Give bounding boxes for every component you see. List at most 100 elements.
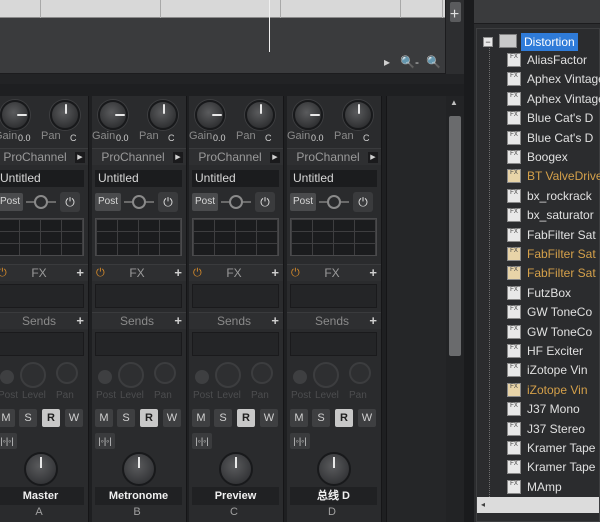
send-level-knob[interactable] <box>20 362 46 388</box>
send-post-toggle[interactable] <box>195 370 209 384</box>
prochannel-expand-icon[interactable]: ▶ <box>173 152 183 163</box>
fx-bin[interactable] <box>95 284 182 308</box>
add-fx-button[interactable]: + <box>76 265 84 280</box>
send-pan-knob[interactable] <box>56 362 78 384</box>
send-post-toggle[interactable] <box>293 370 307 384</box>
output-knob[interactable] <box>24 452 58 486</box>
playhead[interactable] <box>269 0 270 52</box>
output-knob[interactable] <box>219 452 253 486</box>
prochannel-preset-field[interactable]: Untitled <box>95 170 182 187</box>
plugin-list-item[interactable]: FX BT ValveDrive <box>507 167 600 186</box>
mixer-vertical-scrollbar[interactable]: ▲ <box>446 96 464 522</box>
solo-button[interactable]: S <box>117 409 135 427</box>
timeline-ruler[interactable] <box>0 0 445 18</box>
io-routing-icon[interactable]: |◦|◦| <box>290 433 310 449</box>
prochannel-header[interactable]: ProChannel ▶ <box>0 148 88 165</box>
io-routing-icon[interactable]: |◦|◦| <box>192 433 212 449</box>
prochannel-expand-icon[interactable]: ▶ <box>75 152 85 163</box>
gain-knob[interactable] <box>195 100 225 130</box>
pan-knob[interactable] <box>148 100 178 130</box>
mute-button[interactable]: M <box>192 409 210 427</box>
sends-bin[interactable] <box>290 332 377 356</box>
post-button[interactable]: Post <box>192 193 218 211</box>
send-level-knob[interactable] <box>313 362 339 388</box>
strip-name[interactable]: Preview <box>192 487 279 505</box>
send-level-knob[interactable] <box>118 362 144 388</box>
routing-toggle[interactable] <box>132 195 146 209</box>
plugin-list-item[interactable]: FX FabFilter Sat <box>507 226 600 245</box>
pan-knob[interactable] <box>50 100 80 130</box>
add-send-button[interactable]: + <box>271 313 279 328</box>
power-icon[interactable]: ⏻ <box>60 192 80 212</box>
prochannel-preset-field[interactable]: Untitled <box>0 170 84 187</box>
send-level-knob[interactable] <box>215 362 241 388</box>
strip-name[interactable]: 总线 D <box>290 487 377 505</box>
routing-toggle[interactable] <box>327 195 341 209</box>
output-knob[interactable] <box>122 452 156 486</box>
eq-graph[interactable] <box>290 218 377 256</box>
sends-bin[interactable] <box>192 332 279 356</box>
plugin-list-item[interactable]: FX bx_rockrack <box>507 187 600 206</box>
scroll-left-icon[interactable]: ◂ <box>481 500 485 509</box>
io-routing-icon[interactable]: |◦|◦| <box>95 433 115 449</box>
power-icon[interactable]: ⏻ <box>353 192 373 212</box>
plugin-list-item[interactable]: FX Kramer Tape <box>507 439 600 458</box>
plugin-list-item[interactable]: FX iZotope Vin <box>507 381 600 400</box>
plugin-list-item[interactable]: FX GW ToneCo <box>507 323 600 342</box>
sends-bin[interactable] <box>95 332 182 356</box>
plugin-list-item[interactable]: FX HF Exciter <box>507 342 600 361</box>
fx-header[interactable]: ⏻ FX + <box>92 264 186 281</box>
sends-bin[interactable] <box>0 332 84 356</box>
add-fx-button[interactable]: + <box>369 265 377 280</box>
add-send-button[interactable]: + <box>369 313 377 328</box>
pan-knob[interactable] <box>343 100 373 130</box>
mute-button[interactable]: M <box>290 409 308 427</box>
plugin-list-item[interactable]: FX bx_saturator <box>507 206 600 225</box>
plugin-list-item[interactable]: FX GW ToneCo <box>507 303 600 322</box>
write-automation-button[interactable]: W <box>260 409 278 427</box>
fx-header[interactable]: ⏻ FX + <box>0 264 88 281</box>
sends-header[interactable]: Sends + <box>287 312 381 329</box>
add-send-button[interactable]: + <box>174 313 182 328</box>
scroll-right-icon[interactable]: ▸ <box>384 52 390 72</box>
prochannel-header[interactable]: ProChannel ▶ <box>189 148 283 165</box>
read-automation-button[interactable]: R <box>140 409 158 427</box>
plugin-list-item[interactable]: FX Aphex Vintage <box>507 70 600 89</box>
browser-horizontal-scrollbar[interactable]: ◂ <box>477 497 599 513</box>
mute-button[interactable]: M <box>95 409 113 427</box>
plugin-list-item[interactable]: FX J37 Stereo <box>507 420 600 439</box>
routing-toggle[interactable] <box>229 195 243 209</box>
fx-bin[interactable] <box>192 284 279 308</box>
solo-button[interactable]: S <box>19 409 37 427</box>
power-icon[interactable]: ⏻ <box>158 192 178 212</box>
eq-graph[interactable] <box>192 218 279 256</box>
prochannel-header[interactable]: ProChannel ▶ <box>92 148 186 165</box>
write-automation-button[interactable]: W <box>163 409 181 427</box>
timeline-area[interactable]: + ▸ 🔍- 🔍+ <box>0 0 464 89</box>
plugin-list-item[interactable]: FX Boogex <box>507 148 600 167</box>
solo-button[interactable]: S <box>214 409 232 427</box>
post-button[interactable]: Post <box>0 193 23 211</box>
sends-header[interactable]: Sends + <box>0 312 88 329</box>
write-automation-button[interactable]: W <box>358 409 376 427</box>
power-icon[interactable]: ⏻ <box>255 192 275 212</box>
prochannel-expand-icon[interactable]: ▶ <box>270 152 280 163</box>
post-button[interactable]: Post <box>95 193 121 211</box>
plugin-list-item[interactable]: FX J37 Mono <box>507 400 600 419</box>
strip-name[interactable]: Metronome <box>95 487 182 505</box>
tree-root-label[interactable]: Distortion <box>521 33 578 51</box>
pan-knob[interactable] <box>245 100 275 130</box>
routing-toggle[interactable] <box>34 195 48 209</box>
gain-knob[interactable] <box>0 100 30 130</box>
gain-knob[interactable] <box>293 100 323 130</box>
send-post-toggle[interactable] <box>98 370 112 384</box>
solo-button[interactable]: S <box>312 409 330 427</box>
plugin-list-item[interactable]: FX FabFilter Sat <box>507 264 600 283</box>
output-knob[interactable] <box>317 452 351 486</box>
send-post-toggle[interactable] <box>0 370 14 384</box>
fx-bin[interactable] <box>0 284 84 308</box>
plugin-list-item[interactable]: FX MAmp <box>507 478 600 497</box>
write-automation-button[interactable]: W <box>65 409 83 427</box>
add-fx-button[interactable]: + <box>174 265 182 280</box>
gain-knob[interactable] <box>98 100 128 130</box>
